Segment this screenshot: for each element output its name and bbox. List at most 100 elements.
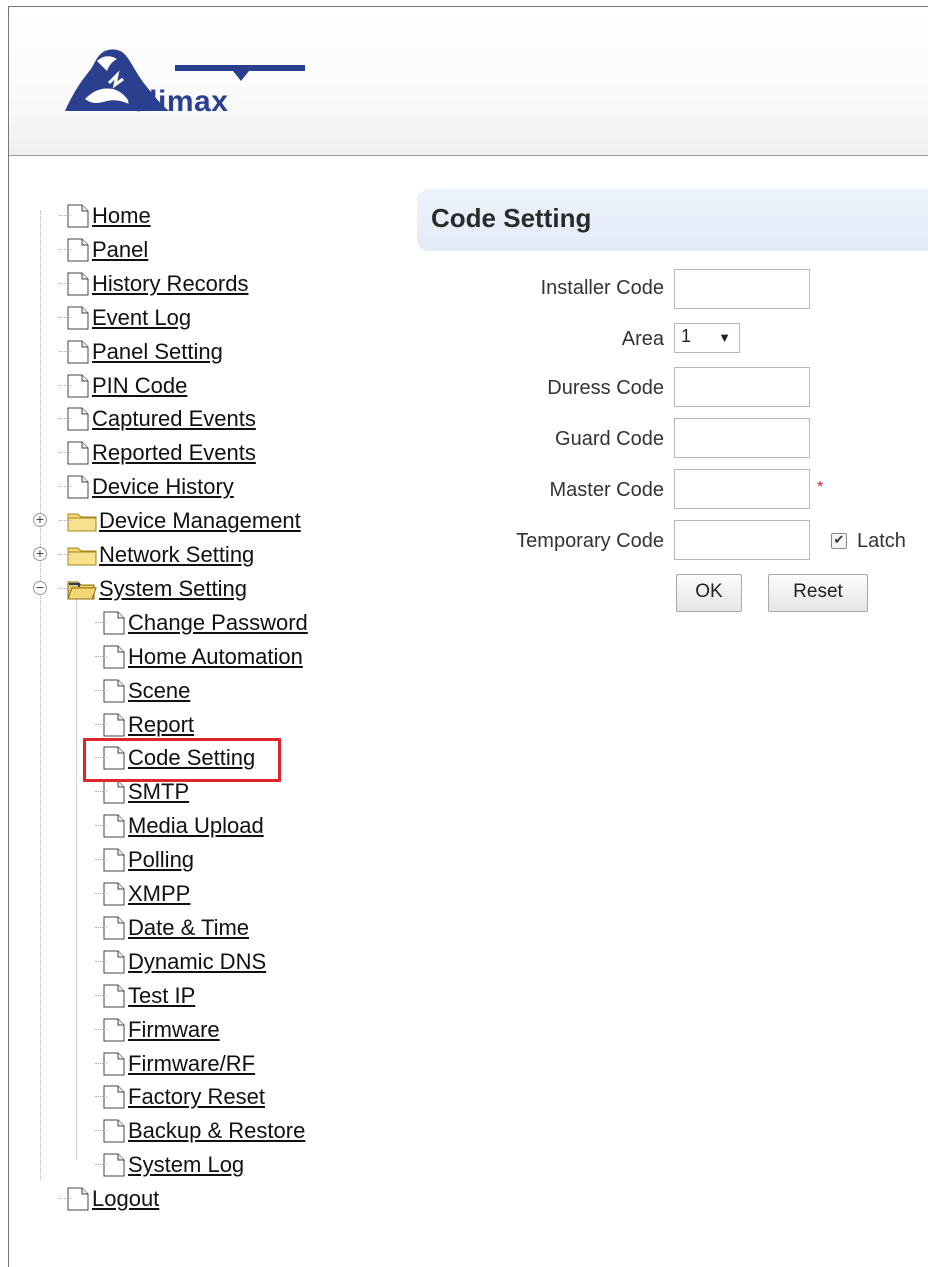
expand-icon[interactable]: + — [33, 547, 47, 561]
sidebar-item-factory-reset[interactable]: Factory Reset — [95, 1080, 265, 1114]
sidebar-item-label[interactable]: System Setting — [99, 576, 247, 602]
sidebar-item-test-ip[interactable]: Test IP — [95, 979, 195, 1013]
dropdown-arrow-icon: ▼ — [718, 330, 731, 345]
tree-connector — [95, 621, 107, 623]
tree-connector — [95, 960, 107, 962]
sidebar-item-label[interactable]: Polling — [128, 847, 194, 873]
sidebar-item-label[interactable]: Scene — [128, 678, 190, 704]
sidebar-item-scene[interactable]: Scene — [95, 674, 190, 708]
tree-connector — [59, 248, 71, 250]
sidebar-item-label[interactable]: Event Log — [92, 305, 191, 331]
expand-icon[interactable]: + — [33, 513, 47, 528]
document-icon — [103, 882, 125, 906]
sidebar-item-label[interactable]: Media Upload — [128, 813, 264, 839]
guard-code-input[interactable] — [674, 418, 810, 458]
sidebar-item-label[interactable]: Firmware — [128, 1017, 220, 1043]
sidebar-item-firmware-rf[interactable]: Firmware/RF — [95, 1047, 255, 1081]
check-icon: ✔ — [833, 533, 845, 548]
sidebar-item-xmpp[interactable]: XMPP — [95, 877, 190, 911]
sidebar-item-home-automation[interactable]: Home Automation — [95, 640, 303, 674]
page-title: Code Setting — [431, 203, 592, 233]
sidebar-item-home[interactable]: Home — [59, 199, 151, 233]
sidebar-item-label[interactable]: Dynamic DNS — [128, 949, 266, 975]
sidebar-item-label[interactable]: Date & Time — [128, 915, 249, 941]
document-icon — [103, 679, 125, 703]
area-label: Area — [621, 328, 664, 350]
temporary-code-input[interactable] — [674, 520, 810, 560]
sidebar-item-firmware[interactable]: Firmware — [95, 1013, 220, 1047]
sidebar-item-system-log[interactable]: System Log — [95, 1148, 244, 1182]
sidebar-item-label[interactable]: Factory Reset — [128, 1084, 265, 1110]
duress-code-input[interactable] — [674, 367, 810, 407]
tree-line-system — [76, 599, 77, 1159]
sidebar-item-media-upload[interactable]: Media Upload — [95, 809, 264, 843]
tree-connector — [95, 1096, 107, 1098]
sidebar-item-pin-code[interactable]: PIN Code — [59, 369, 187, 403]
sidebar-item-panel[interactable]: Panel — [59, 233, 148, 267]
document-icon — [67, 340, 89, 364]
sidebar-item-label[interactable]: Network Setting — [99, 542, 254, 568]
sidebar-item-label[interactable]: Backup & Restore — [128, 1118, 305, 1144]
tree-connector — [59, 1198, 71, 1200]
document-icon — [67, 1187, 89, 1211]
sidebar-item-label[interactable]: Logout — [92, 1186, 159, 1212]
sidebar-item-event-log[interactable]: Event Log — [59, 301, 191, 335]
sidebar-item-label[interactable]: XMPP — [128, 881, 190, 907]
latch-label: Latch — [857, 530, 906, 552]
sidebar-item-label[interactable]: Panel Setting — [92, 339, 223, 365]
document-icon — [103, 780, 125, 804]
sidebar-item-polling[interactable]: Polling — [95, 843, 194, 877]
sidebar-item-date-and-time[interactable]: Date & Time — [95, 911, 249, 945]
sidebar-item-network-setting[interactable]: Network Setting — [59, 538, 254, 572]
document-icon — [103, 713, 125, 737]
sidebar-item-label[interactable]: Home — [92, 203, 151, 229]
installer-code-input[interactable] — [674, 269, 810, 309]
sidebar-item-label[interactable]: System Log — [128, 1152, 244, 1178]
document-icon — [67, 204, 89, 228]
sidebar-item-label[interactable]: Home Automation — [128, 644, 303, 670]
tree-connector — [59, 452, 71, 454]
sidebar-item-device-history[interactable]: Device History — [59, 470, 234, 504]
sidebar-item-logout[interactable]: Logout — [59, 1182, 159, 1216]
sidebar-item-label[interactable]: Report — [128, 712, 194, 738]
area-select[interactable]: 1 ▼ — [674, 323, 740, 353]
sidebar-item-label[interactable]: Reported Events — [92, 440, 256, 466]
document-icon — [103, 1119, 125, 1143]
sidebar-item-label[interactable]: Captured Events — [92, 406, 256, 432]
latch-checkbox[interactable]: ✔ — [831, 533, 847, 549]
document-icon — [67, 441, 89, 465]
sidebar-item-label[interactable]: Panel — [92, 237, 148, 263]
tree-connector — [95, 791, 107, 793]
sidebar-item-label[interactable]: Device Management — [99, 508, 301, 534]
ok-button[interactable]: OK — [676, 574, 742, 612]
tree-connector — [95, 723, 107, 725]
document-icon — [103, 950, 125, 974]
tree-connector — [59, 316, 71, 318]
master-code-input[interactable] — [674, 469, 810, 509]
document-icon — [103, 1018, 125, 1042]
reset-button[interactable]: Reset — [768, 574, 868, 612]
sidebar-item-reported-events[interactable]: Reported Events — [59, 436, 256, 470]
sidebar-item-device-management[interactable]: Device Management — [59, 504, 301, 538]
sidebar-item-dynamic-dns[interactable]: Dynamic DNS — [95, 945, 266, 979]
sidebar-item-history-records[interactable]: History Records — [59, 267, 248, 301]
tree-connector — [59, 486, 71, 488]
document-icon — [67, 306, 89, 330]
sidebar-item-panel-setting[interactable]: Panel Setting — [59, 335, 223, 369]
tree-connector — [95, 859, 107, 861]
sidebar-item-label[interactable]: Change Password — [128, 610, 308, 636]
sidebar-item-label[interactable]: Device History — [92, 474, 234, 500]
sidebar-item-label[interactable]: PIN Code — [92, 373, 187, 399]
sidebar-item-system-setting[interactable]: System Setting — [59, 572, 247, 606]
tree-connector — [95, 1028, 107, 1030]
sidebar-item-captured-events[interactable]: Captured Events — [59, 402, 256, 436]
sidebar-item-backup-and-restore[interactable]: Backup & Restore — [95, 1114, 305, 1148]
sidebar-item-label[interactable]: Test IP — [128, 983, 195, 1009]
header: Climax — [9, 7, 928, 156]
sidebar-item-label[interactable]: History Records — [92, 271, 248, 297]
sidebar-item-label[interactable]: Firmware/RF — [128, 1051, 255, 1077]
sidebar-item-change-password[interactable]: Change Password — [95, 606, 308, 640]
sidebar-item-report[interactable]: Report — [95, 708, 194, 742]
collapse-icon[interactable]: − — [33, 580, 47, 595]
sidebar-item-label[interactable]: SMTP — [128, 779, 189, 805]
